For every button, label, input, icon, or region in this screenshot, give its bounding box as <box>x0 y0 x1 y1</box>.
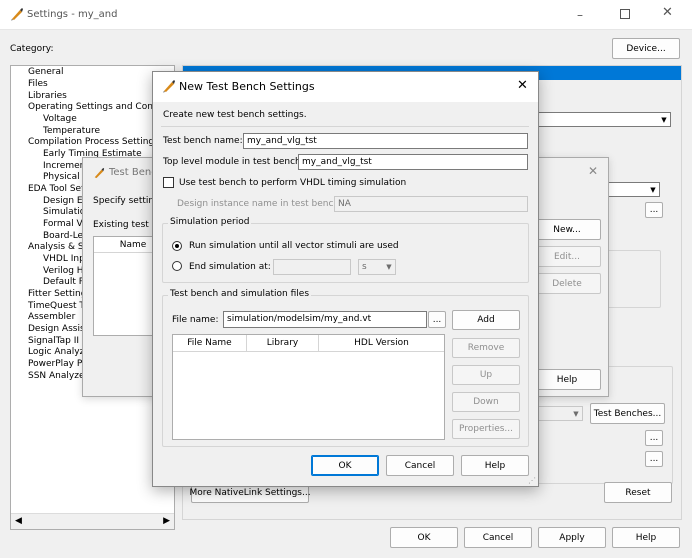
quill-icon <box>163 80 175 93</box>
col-library[interactable]: Library <box>247 335 319 352</box>
top-module-label: Top level module in test bench: <box>163 157 304 167</box>
top-module-input[interactable]: my_and_vlg_tst <box>298 154 528 170</box>
browse-button[interactable]: ... <box>428 311 446 328</box>
tree-item[interactable]: Logic Analyze <box>28 347 90 358</box>
vhdl-timing-checkbox[interactable] <box>163 177 174 188</box>
new-dialog-titlebar: New Test Bench Settings ✕ <box>153 72 538 102</box>
scroll-right-icon[interactable]: ▶ <box>163 516 170 526</box>
col-file-name[interactable]: File Name <box>173 335 247 352</box>
simulation-period-title: Simulation period <box>168 217 252 227</box>
tree-item[interactable]: SignalTap II L <box>28 336 87 347</box>
minimize-icon[interactable]: – <box>572 8 588 22</box>
run-until-label[interactable]: Run simulation until all vector stimuli … <box>189 241 399 251</box>
ok-button[interactable]: OK <box>390 527 458 548</box>
tree-scrollbar[interactable]: ◀ ▶ <box>11 513 174 529</box>
tree-item[interactable]: Fitter Setting <box>28 289 86 300</box>
tb-name-input[interactable]: my_and_vlg_tst <box>243 133 528 149</box>
settings-title: Settings - my_and <box>27 9 118 20</box>
vhdl-timing-label[interactable]: Use test bench to perform VHDL timing si… <box>179 178 406 188</box>
end-unit-select: s ▼ <box>358 259 396 275</box>
tree-item[interactable]: Files <box>28 79 48 90</box>
tb-name-label: Test bench name: <box>163 136 243 146</box>
end-sim-label[interactable]: End simulation at: <box>189 262 271 272</box>
tree-item[interactable]: SSN Analyzer <box>28 371 88 382</box>
tree-item[interactable]: TimeQuest T <box>28 301 85 312</box>
help-button[interactable]: Help <box>533 369 601 390</box>
col-hdl-version[interactable]: HDL Version <box>319 335 444 352</box>
panel-dropdown[interactable]: ▼ <box>533 112 671 127</box>
panel-ellipsis-button[interactable]: ... <box>645 430 663 446</box>
tree-item[interactable]: Temperature <box>43 126 100 137</box>
down-button: Down <box>452 392 520 412</box>
tree-item[interactable]: Verilog HI <box>43 266 86 277</box>
help-button[interactable]: Help <box>612 527 680 548</box>
intro-text: Create new test bench settings. <box>163 110 307 120</box>
delete-button: Delete <box>533 273 601 294</box>
close-icon[interactable]: ✕ <box>517 78 528 93</box>
add-button[interactable]: Add <box>452 310 520 330</box>
instance-input: NA <box>334 196 528 212</box>
edit-button: Edit... <box>533 246 601 267</box>
end-unit-value: s <box>362 262 367 272</box>
instance-label: Design instance name in test bench: <box>177 199 343 209</box>
tree-item[interactable]: Formal Ve <box>43 219 88 230</box>
close-icon[interactable]: ✕ <box>662 5 673 20</box>
tree-item[interactable]: Simulatio <box>43 207 85 218</box>
category-label: Category: <box>10 44 54 54</box>
help-button[interactable]: Help <box>461 455 529 476</box>
tree-item[interactable]: PowerPlay Po <box>28 359 87 370</box>
tree-item[interactable]: Voltage <box>43 114 77 125</box>
panel-ellipsis-button[interactable]: ... <box>645 202 663 218</box>
divider <box>161 126 529 127</box>
cancel-button[interactable]: Cancel <box>464 527 532 548</box>
new-test-bench-dialog: New Test Bench Settings ✕ Create new tes… <box>152 71 539 487</box>
quill-icon <box>94 167 105 179</box>
tree-item[interactable]: Design Assist <box>28 324 88 335</box>
files-table[interactable]: File Name Library HDL Version <box>172 334 445 440</box>
specify-text: Specify setting <box>93 196 160 206</box>
end-sim-radio[interactable] <box>172 261 182 271</box>
tree-item[interactable]: General <box>28 67 63 78</box>
new-dialog-title: New Test Bench Settings <box>179 80 315 93</box>
up-button: Up <box>452 365 520 385</box>
scroll-left-icon[interactable]: ◀ <box>15 516 22 526</box>
tree-item[interactable]: Assembler <box>28 312 75 323</box>
new-button[interactable]: New... <box>533 219 601 240</box>
properties-button: Properties... <box>452 419 520 439</box>
tree-item[interactable]: Compilation Process Settings <box>28 137 159 148</box>
device-button[interactable]: Device... <box>612 38 680 59</box>
run-until-radio[interactable] <box>172 241 182 251</box>
quill-icon <box>11 8 23 21</box>
end-time-input <box>273 259 351 275</box>
settings-titlebar: Settings - my_and – ✕ <box>0 0 692 30</box>
close-icon[interactable]: ✕ <box>588 164 598 178</box>
files-group: Test bench and simulation files File nam… <box>162 289 529 447</box>
tree-item[interactable]: Libraries <box>28 91 67 102</box>
panel-ellipsis-button[interactable]: ... <box>645 451 663 467</box>
remove-button: Remove <box>452 338 520 358</box>
ok-button[interactable]: OK <box>311 455 379 476</box>
file-name-label: File name: <box>172 315 219 325</box>
test-benches-button[interactable]: Test Benches... <box>590 403 665 424</box>
tree-item[interactable]: Operating Settings and Conditi <box>28 102 167 113</box>
files-title: Test bench and simulation files <box>168 289 312 299</box>
apply-button[interactable]: Apply <box>538 527 606 548</box>
maximize-icon[interactable] <box>620 9 630 19</box>
file-name-input[interactable]: simulation/modelsim/my_and.vt <box>223 311 427 328</box>
cancel-button[interactable]: Cancel <box>386 455 454 476</box>
tree-item[interactable]: Analysis & Sy <box>28 242 89 253</box>
resize-grip-icon[interactable]: ⋰ <box>528 476 536 485</box>
tree-item[interactable]: EDA Tool Set <box>28 184 85 195</box>
simulation-period-group: Simulation period Run simulation until a… <box>162 217 529 283</box>
reset-button[interactable]: Reset <box>604 482 672 503</box>
